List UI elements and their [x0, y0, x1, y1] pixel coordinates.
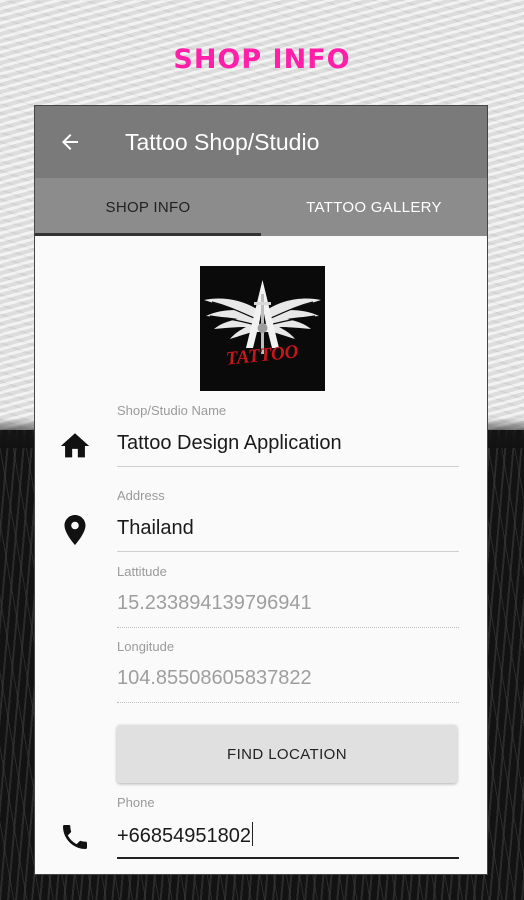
home-icon-wrap: [57, 428, 93, 464]
phone-underline: [117, 857, 459, 859]
shop-logo[interactable]: TATTOO: [200, 266, 325, 391]
tab-shop-info-label: SHOP INFO: [105, 198, 191, 216]
latitude-label: Lattitude: [117, 564, 167, 579]
shop-name-label: Shop/Studio Name: [117, 403, 227, 418]
address-input[interactable]: Thailand: [117, 517, 194, 540]
home-icon: [60, 433, 90, 458]
phone-label: Phone: [117, 795, 155, 810]
longitude-input: 104.85508605837822: [117, 667, 312, 689]
location-pin-icon: [64, 515, 86, 545]
tab-tattoo-gallery-label: TATTOO GALLERY: [306, 198, 442, 216]
text-cursor: [252, 822, 254, 846]
tab-tattoo-gallery[interactable]: TATTOO GALLERY: [261, 178, 487, 236]
location-icon-wrap: [57, 512, 93, 548]
find-location-button[interactable]: FIND LOCATION: [117, 725, 457, 783]
address-label: Address: [117, 488, 165, 503]
back-button[interactable]: [35, 106, 105, 178]
arrow-left-icon: [62, 134, 78, 150]
longitude-label: Longitude: [117, 639, 175, 654]
app-bar: Tattoo Shop/Studio: [35, 106, 487, 178]
find-location-label: FIND LOCATION: [227, 745, 347, 763]
tattoo-winged-logo: TATTOO: [204, 280, 321, 370]
longitude-underline: [117, 702, 459, 703]
latitude-input: 15.233894139796941: [117, 592, 312, 614]
headline: SHOP INFO: [173, 44, 351, 75]
phone-value: +66854951802: [117, 825, 252, 847]
latitude-underline: [117, 627, 459, 628]
logo-text: TATTOO: [225, 341, 300, 369]
phone-icon: [63, 825, 87, 849]
tab-bar: SHOP INFO TATTOO GALLERY: [35, 178, 487, 236]
phone-input[interactable]: +66854951802: [117, 822, 254, 848]
tab-shop-info[interactable]: SHOP INFO: [35, 178, 261, 236]
app-bar-title: Tattoo Shop/Studio: [125, 128, 320, 155]
phone-icon-wrap: [57, 819, 93, 855]
address-underline: [117, 551, 459, 552]
phone-screen: Tattoo Shop/Studio SHOP INFO TATTOO GALL…: [34, 105, 488, 875]
shop-name-underline: [117, 466, 459, 467]
shop-name-input[interactable]: Tattoo Design Application: [117, 432, 342, 455]
